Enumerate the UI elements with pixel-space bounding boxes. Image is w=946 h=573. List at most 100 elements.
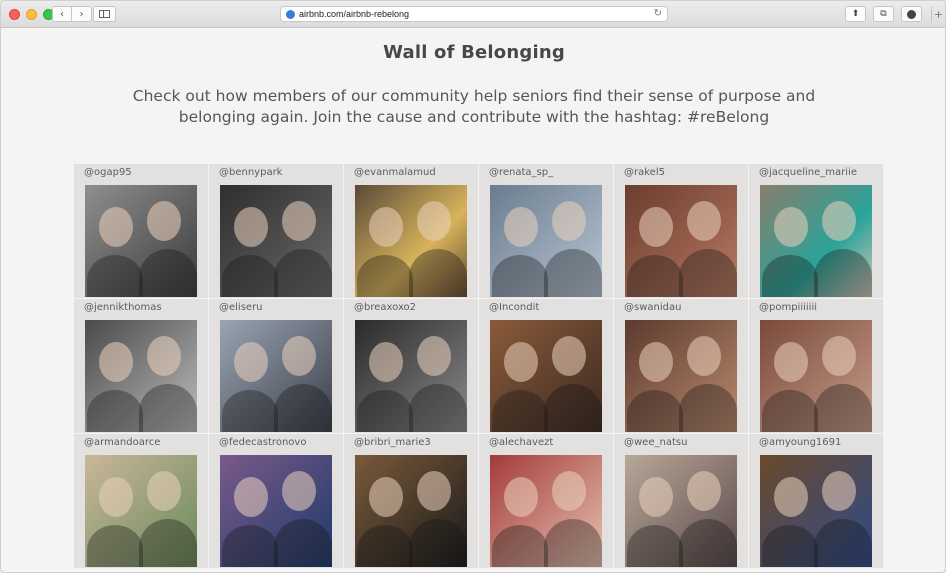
- chevron-left-icon: ‹: [60, 8, 64, 20]
- post-handle[interactable]: @pompiiiiiii: [759, 302, 817, 313]
- person-silhouette: [822, 471, 856, 511]
- post-photo[interactable]: [85, 185, 197, 297]
- person-silhouette: [139, 249, 197, 297]
- post-handle[interactable]: @renata_sp_: [489, 167, 553, 178]
- forward-button[interactable]: ›: [72, 6, 92, 22]
- post-photo[interactable]: [625, 185, 737, 297]
- post-handle[interactable]: @fedecastronovo: [219, 437, 306, 448]
- close-window-button[interactable]: [9, 9, 20, 20]
- post-handle[interactable]: @eliseru: [219, 302, 263, 313]
- person-silhouette: [222, 255, 278, 297]
- person-silhouette: [639, 207, 673, 247]
- share-icon: ⬆: [851, 9, 860, 19]
- post-photo[interactable]: [490, 185, 602, 297]
- new-tab-button[interactable]: +: [931, 6, 945, 23]
- post-handle[interactable]: @breaxoxo2: [354, 302, 416, 313]
- wall-post[interactable]: @renata_sp_: [479, 164, 613, 298]
- page-title: Wall of Belonging: [383, 42, 565, 63]
- plus-icon: +: [933, 8, 944, 21]
- post-photo[interactable]: [490, 455, 602, 567]
- post-handle[interactable]: @swanidau: [624, 302, 681, 313]
- post-handle[interactable]: @alechavezt: [489, 437, 553, 448]
- reload-icon[interactable]: ↻: [654, 8, 662, 19]
- person-silhouette: [552, 471, 586, 511]
- wall-post[interactable]: @eliseru: [209, 299, 343, 433]
- post-photo[interactable]: [490, 320, 602, 432]
- person-silhouette: [814, 249, 872, 297]
- toolbar-right-buttons: ⬆ ⧉: [845, 6, 922, 22]
- person-silhouette: [679, 519, 737, 567]
- post-photo[interactable]: [85, 455, 197, 567]
- post-photo[interactable]: [760, 320, 872, 432]
- post-handle[interactable]: @Incondit: [489, 302, 539, 313]
- person-silhouette: [282, 201, 316, 241]
- post-photo[interactable]: [355, 320, 467, 432]
- wall-post[interactable]: @bribri_marie3: [344, 434, 478, 568]
- wall-post[interactable]: @swanidau: [614, 299, 748, 433]
- person-silhouette: [147, 471, 181, 511]
- post-handle[interactable]: @rakel5: [624, 167, 665, 178]
- person-silhouette: [417, 471, 451, 511]
- post-photo[interactable]: [220, 320, 332, 432]
- wall-post[interactable]: @armandoarce: [74, 434, 208, 568]
- post-handle[interactable]: @armandoarce: [84, 437, 160, 448]
- post-photo[interactable]: [220, 455, 332, 567]
- post-handle[interactable]: @bribri_marie3: [354, 437, 431, 448]
- sidebar-toggle-button[interactable]: [93, 6, 116, 22]
- wall-post[interactable]: @evanmalamud: [344, 164, 478, 298]
- navigation-buttons: ‹ ›: [52, 6, 92, 22]
- wall-post[interactable]: @pompiiiiiii: [749, 299, 883, 433]
- person-silhouette: [357, 390, 413, 432]
- person-silhouette: [504, 342, 538, 382]
- tabs-overview-button[interactable]: ⧉: [873, 6, 894, 22]
- post-photo[interactable]: [625, 455, 737, 567]
- post-photo[interactable]: [760, 185, 872, 297]
- back-button[interactable]: ‹: [52, 6, 72, 22]
- post-photo[interactable]: [760, 455, 872, 567]
- person-silhouette: [282, 471, 316, 511]
- wall-post[interactable]: @jacqueline_mariie: [749, 164, 883, 298]
- person-silhouette: [762, 255, 818, 297]
- post-photo[interactable]: [625, 320, 737, 432]
- post-photo[interactable]: [85, 320, 197, 432]
- person-silhouette: [357, 525, 413, 567]
- person-silhouette: [627, 390, 683, 432]
- post-handle[interactable]: @jacqueline_mariie: [759, 167, 857, 178]
- post-handle[interactable]: @wee_natsu: [624, 437, 687, 448]
- person-silhouette: [147, 201, 181, 241]
- wall-post[interactable]: @rakel5: [614, 164, 748, 298]
- wall-post[interactable]: @ogap95: [74, 164, 208, 298]
- wall-post[interactable]: @Incondit: [479, 299, 613, 433]
- post-handle[interactable]: @evanmalamud: [354, 167, 436, 178]
- minimize-window-button[interactable]: [26, 9, 37, 20]
- post-handle[interactable]: @ogap95: [84, 167, 132, 178]
- person-silhouette: [492, 525, 548, 567]
- person-silhouette: [627, 525, 683, 567]
- post-photo[interactable]: [355, 455, 467, 567]
- person-silhouette: [282, 336, 316, 376]
- share-button[interactable]: ⬆: [845, 6, 866, 22]
- person-silhouette: [369, 477, 403, 517]
- post-handle[interactable]: @amyoung1691: [759, 437, 841, 448]
- person-silhouette: [814, 519, 872, 567]
- post-photo[interactable]: [220, 185, 332, 297]
- wall-post[interactable]: @alechavezt: [479, 434, 613, 568]
- wall-post[interactable]: @bennypark: [209, 164, 343, 298]
- wall-post[interactable]: @wee_natsu: [614, 434, 748, 568]
- person-silhouette: [544, 249, 602, 297]
- chevron-right-icon: ›: [79, 8, 84, 20]
- downloads-button[interactable]: [901, 6, 922, 22]
- page-content: Wall of Belonging Check out how members …: [1, 28, 945, 572]
- wall-post[interactable]: @fedecastronovo: [209, 434, 343, 568]
- wall-post[interactable]: @jennikthomas: [74, 299, 208, 433]
- post-photo[interactable]: [355, 185, 467, 297]
- tabs-icon: ⧉: [880, 9, 887, 19]
- wall-post[interactable]: @breaxoxo2: [344, 299, 478, 433]
- address-bar[interactable]: airbnb.com/airbnb-rebelong ↻: [280, 6, 668, 22]
- wall-post[interactable]: @amyoung1691: [749, 434, 883, 568]
- person-silhouette: [544, 384, 602, 432]
- person-silhouette: [822, 336, 856, 376]
- post-handle[interactable]: @bennypark: [219, 167, 282, 178]
- person-silhouette: [544, 519, 602, 567]
- post-handle[interactable]: @jennikthomas: [84, 302, 162, 313]
